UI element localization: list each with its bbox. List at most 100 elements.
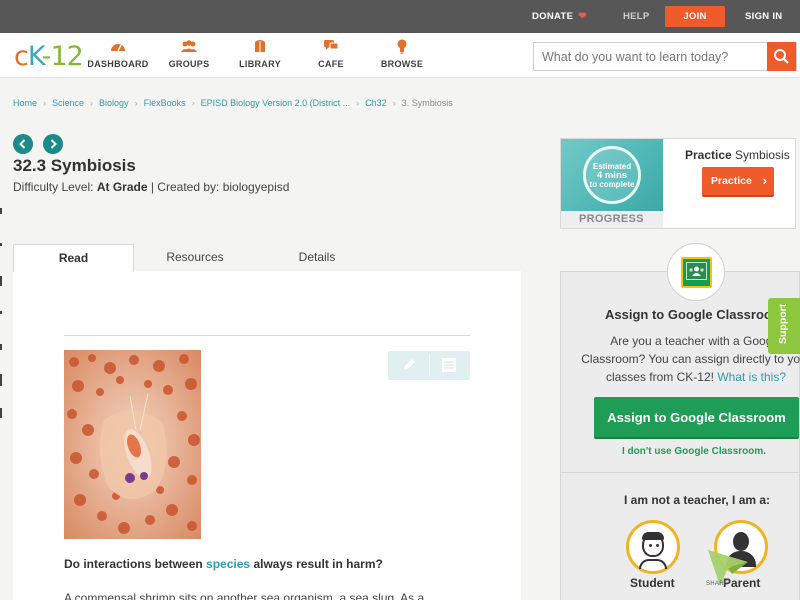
classroom-board	[686, 262, 707, 280]
notes-icon[interactable]	[441, 357, 457, 378]
nav-dashboard[interactable]: DASHBOARD	[83, 39, 153, 69]
breadcrumb-separator-icon: ›	[356, 98, 360, 108]
support-tab[interactable]: Support	[768, 298, 800, 354]
nav-groups[interactable]: GROUPS	[154, 39, 224, 69]
library-icon	[225, 39, 295, 59]
student-shoulders	[639, 559, 667, 569]
student-label[interactable]: Student	[630, 576, 675, 590]
nav-browse[interactable]: BROWSE	[367, 39, 437, 69]
practice-button[interactable]: Practice ›	[702, 167, 774, 197]
role-prompt: I am not a teacher, I am a:	[624, 493, 771, 507]
author-name: biologyepisd	[222, 180, 290, 194]
classroom-description: Are you a teacher with a Google Classroo…	[566, 332, 800, 386]
google-classroom-icon	[681, 257, 712, 288]
donate-label: DONATE	[532, 11, 574, 22]
breadcrumb-science[interactable]: Science	[52, 98, 84, 108]
sign-in-link[interactable]: SIGN IN	[745, 0, 782, 33]
question-prefix: Do interactions between	[64, 557, 203, 571]
tab-resources[interactable]: Resources	[134, 244, 256, 272]
breadcrumb-separator-icon: ›	[392, 98, 396, 108]
side-toolbar-mark	[0, 344, 2, 350]
breadcrumb-current: 3. Symbiosis	[401, 98, 453, 108]
share-label: SHARE	[706, 581, 729, 587]
what-is-this-link[interactable]: What is this?	[717, 370, 786, 384]
side-toolbar-mark	[0, 276, 2, 286]
species-link[interactable]: species	[206, 557, 250, 571]
question-suffix: always result in harm?	[253, 557, 383, 571]
nav-library[interactable]: LIBRARY	[225, 39, 295, 69]
to-complete-label: to complete	[589, 180, 635, 189]
previous-lesson-button[interactable]	[13, 134, 33, 154]
breadcrumb-separator-icon: ›	[134, 98, 138, 108]
difficulty-label: Difficulty Level:	[13, 180, 94, 194]
assign-to-classroom-button[interactable]: Assign to Google Classroom	[594, 397, 799, 439]
breadcrumb-book[interactable]: EPISD Biology Version 2.0 (District ...	[201, 98, 351, 108]
progress-label: PROGRESS	[561, 211, 663, 228]
breadcrumb-separator-icon: ›	[90, 98, 94, 108]
google-classroom-logo	[667, 243, 725, 301]
student-hair	[642, 532, 664, 540]
logo-c: c	[14, 41, 29, 72]
breadcrumb-biology[interactable]: Biology	[99, 98, 129, 108]
practice-thumbnail[interactable]: Estimated 4 mins to complete	[561, 139, 663, 211]
side-toolbar-mark	[0, 243, 2, 246]
chevron-right-icon: ›	[762, 173, 767, 188]
difficulty-value: At Grade	[96, 180, 148, 194]
join-button[interactable]: JOIN	[665, 6, 725, 27]
lesson-meta: Difficulty Level: At Grade | Created by:…	[13, 180, 289, 194]
practice-title-topic: Symbiosis	[735, 148, 790, 162]
page-title: 32.3 Symbiosis	[13, 156, 136, 175]
dont-use-classroom-link[interactable]: I don't use Google Classroom.	[622, 446, 766, 457]
heart-icon: ❤	[578, 11, 587, 22]
nav-cafe[interactable]: CAFE	[296, 39, 366, 69]
lesson-paragraph: A commensal shrimp sits on another sea o…	[64, 591, 425, 600]
browse-icon	[367, 39, 437, 59]
main-header: cK-12 DASHBOARD GROUPS LIBRARY CAFE BROW…	[0, 33, 800, 78]
ck12-logo[interactable]: cK-12	[14, 41, 84, 72]
breadcrumb-home[interactable]: Home	[13, 98, 37, 108]
classroom-description-line: classes from CK-12!	[605, 370, 714, 384]
search-button[interactable]	[767, 42, 796, 71]
practice-title: Practice Symbiosis	[685, 148, 790, 162]
classroom-divider	[561, 472, 799, 473]
side-toolbar-mark	[0, 208, 2, 214]
nav-groups-label: GROUPS	[168, 59, 210, 69]
nav-browse-label: BROWSE	[380, 59, 424, 69]
classroom-title: Assign to Google Classroom	[605, 307, 784, 322]
nav-dashboard-label: DASHBOARD	[87, 59, 149, 69]
tab-read[interactable]: Read	[13, 244, 134, 272]
donate-link[interactable]: DONATE ❤	[532, 0, 587, 33]
groups-icon	[154, 39, 224, 59]
nav-cafe-label: CAFE	[318, 59, 344, 69]
tools-divider	[429, 355, 430, 376]
practice-title-prefix: Practice	[685, 148, 732, 162]
breadcrumb-chapter[interactable]: Ch32	[365, 98, 387, 108]
chevron-right-icon	[50, 139, 57, 149]
annotation-tools	[388, 351, 470, 380]
tab-details[interactable]: Details	[256, 244, 378, 272]
next-lesson-button[interactable]	[43, 134, 63, 154]
shrimp-sea-slug-photo	[64, 350, 201, 539]
breadcrumb-separator-icon: ›	[43, 98, 47, 108]
student-avatar-icon	[642, 532, 664, 557]
lesson-question: Do interactions between species always r…	[64, 557, 383, 571]
practice-button-label: Practice	[711, 175, 752, 187]
dashboard-icon	[83, 39, 153, 59]
estimate-ring: Estimated 4 mins to complete	[583, 146, 641, 204]
chevron-left-icon	[19, 139, 26, 149]
pencil-icon[interactable]	[400, 356, 418, 379]
support-label: Support	[777, 303, 789, 344]
side-toolbar-mark	[0, 374, 2, 386]
side-toolbar-mark	[0, 311, 2, 314]
classroom-description-line: Classroom? You can assign directly to yo…	[581, 352, 800, 366]
search-input[interactable]	[534, 43, 768, 70]
student-eye	[649, 544, 652, 547]
breadcrumb: Home › Science › Biology › FlexBooks › EPISD Bio…	[13, 98, 453, 108]
breadcrumb-flexbooks[interactable]: FlexBooks	[144, 98, 186, 108]
student-role-button[interactable]	[626, 520, 680, 574]
cafe-icon	[296, 39, 366, 59]
side-toolbar-mark	[0, 408, 2, 418]
help-link[interactable]: HELP	[623, 0, 650, 33]
breadcrumb-separator-icon: ›	[191, 98, 195, 108]
search-box	[533, 42, 797, 71]
